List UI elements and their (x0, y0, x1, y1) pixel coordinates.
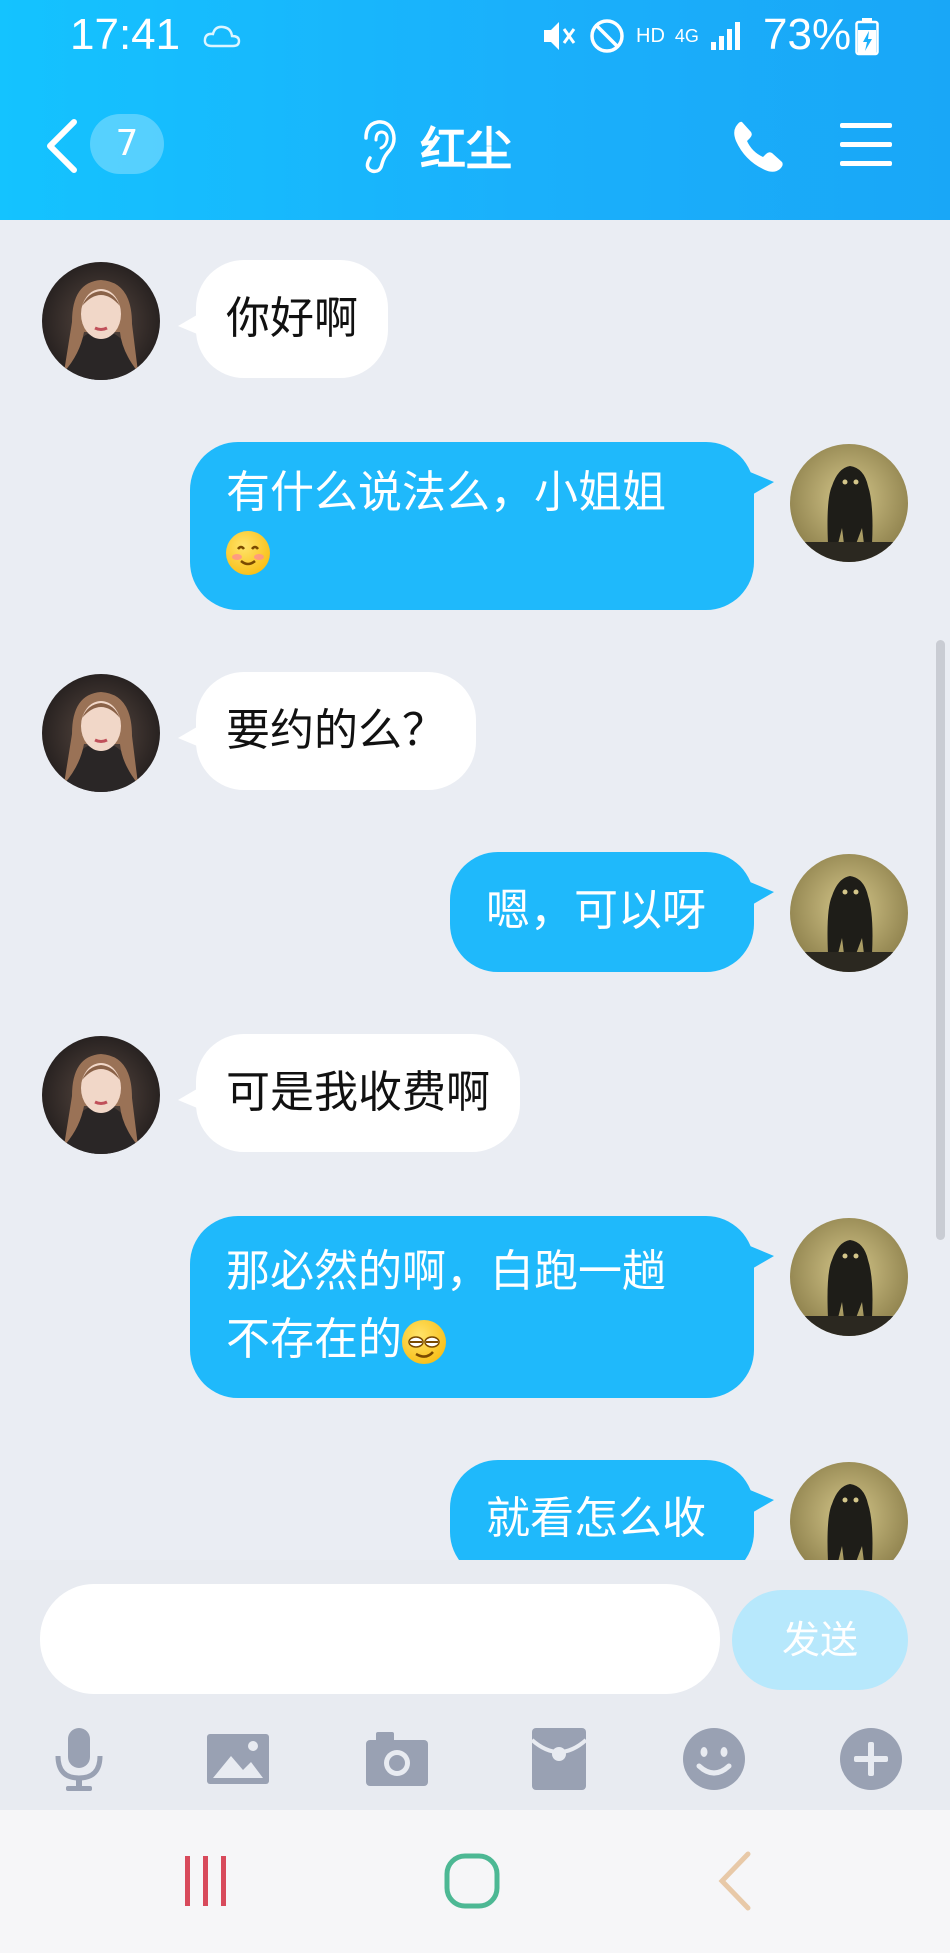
status-bar: 17:41 HD 4G 73% (0, 0, 950, 75)
smirk-emoji-icon (402, 1320, 446, 1364)
chat-message-list[interactable]: 你好啊 有什么说法么，小姐姐 要约的么？ 嗯，可以呀 可是我收费啊 那必然的啊，… (0, 220, 950, 1560)
my-avatar[interactable] (790, 1218, 908, 1336)
plus-icon[interactable] (836, 1724, 906, 1794)
chat-title-group[interactable]: 红尘 (360, 114, 512, 178)
smile-emoji-icon (226, 531, 270, 575)
contact-avatar[interactable] (42, 1036, 160, 1154)
message-text-line2: 不存在的 (226, 1314, 402, 1365)
contact-avatar[interactable] (42, 262, 160, 380)
bubble-tail (750, 882, 774, 906)
bubble-tail (750, 1490, 774, 1514)
input-toolbar (0, 1710, 950, 1810)
microphone-icon[interactable] (44, 1724, 114, 1794)
recent-apps-icon[interactable] (183, 1854, 229, 1908)
my-avatar[interactable] (790, 854, 908, 972)
network-label: 4G (674, 25, 699, 46)
input-bar: 发送 (0, 1560, 950, 1810)
battery-percent: 73% (763, 10, 852, 59)
bubble-tail (750, 1246, 774, 1270)
message-text-line1: 那必然的啊，白跑一趟 (226, 1246, 666, 1297)
send-button[interactable]: 发送 (732, 1590, 908, 1690)
message-bubble[interactable]: 有什么说法么，小姐姐 (190, 442, 754, 610)
message-bubble[interactable]: 要约的么？ (196, 672, 476, 790)
camera-icon[interactable] (362, 1724, 432, 1794)
menu-icon[interactable] (838, 120, 894, 170)
unread-count-badge[interactable]: 7 (90, 114, 164, 174)
message-input[interactable] (40, 1584, 720, 1694)
home-icon[interactable] (443, 1852, 501, 1910)
scrollbar[interactable] (936, 640, 945, 1240)
emoji-icon[interactable] (679, 1724, 749, 1794)
status-time: 17:41 (70, 10, 181, 59)
status-icons: HD 4G (540, 14, 745, 58)
bubble-tail (750, 472, 774, 496)
system-navigation-bar (0, 1810, 950, 1953)
back-arrow-icon[interactable] (42, 118, 82, 174)
message-bubble[interactable]: 你好啊 (196, 260, 388, 378)
message-text: 就看怎么收 (486, 1493, 706, 1544)
message-bubble[interactable]: 嗯，可以呀 (450, 852, 754, 972)
message-bubble[interactable]: 可是我收费啊 (196, 1034, 520, 1152)
phone-call-icon[interactable] (730, 118, 788, 174)
contact-avatar[interactable] (42, 674, 160, 792)
signal-icon (710, 22, 740, 50)
message-text: 嗯，可以呀 (486, 885, 706, 936)
message-text: 要约的么？ (226, 705, 446, 756)
chat-header: 17:41 HD 4G 73% 7 红尘 (0, 0, 950, 220)
message-text: 你好啊 (226, 293, 358, 344)
back-icon[interactable] (716, 1850, 754, 1912)
battery-charging-icon (855, 18, 879, 56)
cloudy-weather-icon (203, 25, 241, 48)
do-not-disturb-icon (590, 19, 624, 53)
message-bubble[interactable]: 那必然的啊，白跑一趟 不存在的 (190, 1216, 754, 1398)
ear-icon[interactable] (360, 118, 400, 174)
my-avatar[interactable] (790, 1462, 908, 1560)
image-icon[interactable] (203, 1724, 273, 1794)
red-packet-icon[interactable] (524, 1724, 594, 1794)
message-bubble[interactable]: 就看怎么收 (450, 1460, 754, 1560)
my-avatar[interactable] (790, 444, 908, 562)
chat-title: 红尘 (420, 122, 512, 176)
message-text: 可是我收费啊 (226, 1067, 490, 1118)
message-text: 有什么说法么，小姐姐 (226, 467, 666, 518)
hd-label: HD (636, 24, 665, 47)
mute-icon (544, 22, 576, 50)
